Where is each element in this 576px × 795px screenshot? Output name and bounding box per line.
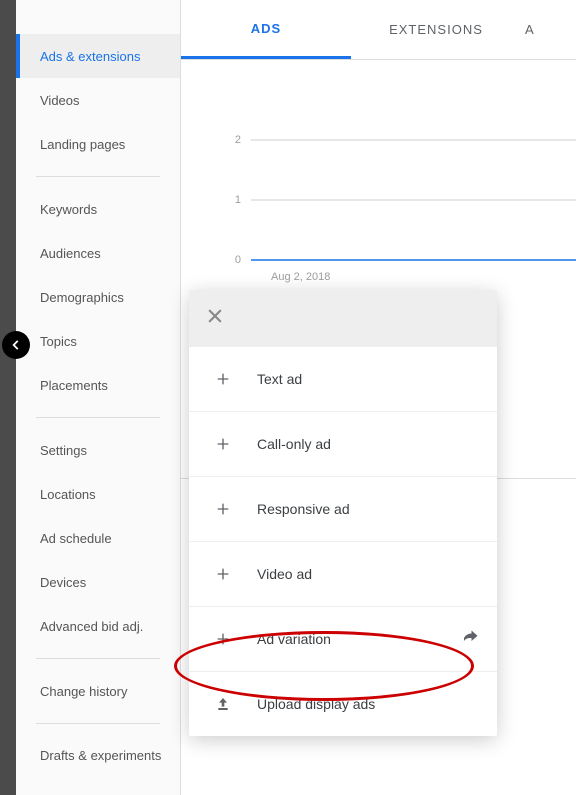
- sidebar-item-keywords[interactable]: Keywords: [16, 187, 180, 231]
- left-dark-strip: [0, 0, 16, 795]
- sidebar-item-topics[interactable]: Topics: [16, 319, 180, 363]
- sidebar-collapse-button[interactable]: [2, 331, 30, 359]
- chart-ytick: 0: [235, 254, 241, 266]
- menu-item-ad-variation[interactable]: Ad variation: [189, 606, 497, 671]
- sidebar-item-drafts-experiments[interactable]: Drafts & experiments: [16, 734, 180, 778]
- new-ad-menu: Text ad Call-only ad Responsive ad Video…: [189, 290, 497, 736]
- sidebar-item-label: Demographics: [40, 290, 124, 305]
- menu-item-label: Call-only ad: [257, 436, 331, 452]
- plus-icon: [213, 629, 233, 649]
- plus-icon: [213, 434, 233, 454]
- sidebar-divider: [36, 176, 160, 177]
- menu-item-upload-display-ads[interactable]: Upload display ads: [189, 671, 497, 736]
- sidebar-item-settings[interactable]: Settings: [16, 428, 180, 472]
- tab-label: A: [525, 22, 535, 37]
- sidebar-item-label: Audiences: [40, 246, 101, 261]
- sidebar-item-ad-schedule[interactable]: Ad schedule: [16, 516, 180, 560]
- sidebar-divider: [36, 723, 160, 724]
- menu-close-button[interactable]: [205, 306, 225, 331]
- sidebar-item-label: Placements: [40, 378, 108, 393]
- tab-ads[interactable]: ADS: [181, 1, 351, 59]
- chart-area: 2 1 0 Aug 2, 2018: [181, 60, 576, 300]
- chart-ytick: 1: [235, 194, 241, 206]
- sidebar-item-label: Locations: [40, 487, 96, 502]
- menu-item-label: Upload display ads: [257, 696, 375, 712]
- tab-extensions[interactable]: EXTENSIONS: [351, 2, 521, 57]
- chart-ytick: 2: [235, 134, 241, 146]
- sidebar-item-label: Drafts & experiments: [40, 748, 161, 764]
- menu-item-call-only-ad[interactable]: Call-only ad: [189, 411, 497, 476]
- sidebar-divider: [36, 417, 160, 418]
- upload-icon: [213, 694, 233, 714]
- menu-item-text-ad[interactable]: Text ad: [189, 346, 497, 411]
- sidebar-item-label: Settings: [40, 443, 87, 458]
- sidebar-item-advanced-bid-adj[interactable]: Advanced bid adj.: [16, 604, 180, 648]
- sidebar-item-demographics[interactable]: Demographics: [16, 275, 180, 319]
- menu-item-video-ad[interactable]: Video ad: [189, 541, 497, 606]
- sidebar-item-label: Keywords: [40, 202, 97, 217]
- sidebar-item-label: Advanced bid adj.: [40, 619, 143, 634]
- sidebar-item-landing-pages[interactable]: Landing pages: [16, 122, 180, 166]
- menu-item-label: Video ad: [257, 566, 312, 582]
- chevron-left-icon: [9, 338, 23, 352]
- close-icon: [205, 306, 225, 326]
- sidebar-item-label: Topics: [40, 334, 77, 349]
- tab-label: EXTENSIONS: [389, 22, 483, 37]
- sidebar-item-devices[interactable]: Devices: [16, 560, 180, 604]
- tab-partial[interactable]: A: [521, 2, 556, 57]
- sidebar-item-audiences[interactable]: Audiences: [16, 231, 180, 275]
- sidebar-item-locations[interactable]: Locations: [16, 472, 180, 516]
- sidebar: Ads & extensions Videos Landing pages Ke…: [16, 0, 181, 795]
- sidebar-item-change-history[interactable]: Change history: [16, 669, 180, 713]
- sidebar-item-label: Landing pages: [40, 137, 125, 152]
- sidebar-item-label: Devices: [40, 575, 86, 590]
- sidebar-item-label: Ads & extensions: [40, 49, 140, 64]
- chart-x-label: Aug 2, 2018: [271, 271, 330, 283]
- sidebar-item-ads-extensions[interactable]: Ads & extensions: [16, 34, 180, 78]
- sidebar-item-label: Ad schedule: [40, 531, 112, 546]
- plus-icon: [213, 499, 233, 519]
- menu-item-label: Ad variation: [257, 631, 331, 647]
- menu-item-responsive-ad[interactable]: Responsive ad: [189, 476, 497, 541]
- line-chart: 2 1 0 Aug 2, 2018: [181, 70, 576, 300]
- menu-header: [189, 290, 497, 346]
- plus-icon: [213, 369, 233, 389]
- sidebar-divider: [36, 658, 160, 659]
- menu-item-label: Text ad: [257, 371, 302, 387]
- sidebar-item-label: Videos: [40, 93, 80, 108]
- tab-bar: ADS EXTENSIONS A: [181, 0, 576, 60]
- open-external-icon: [461, 629, 479, 650]
- tab-label: ADS: [251, 21, 281, 36]
- sidebar-item-videos[interactable]: Videos: [16, 78, 180, 122]
- sidebar-item-placements[interactable]: Placements: [16, 363, 180, 407]
- menu-item-label: Responsive ad: [257, 501, 350, 517]
- plus-icon: [213, 564, 233, 584]
- sidebar-item-label: Change history: [40, 684, 127, 699]
